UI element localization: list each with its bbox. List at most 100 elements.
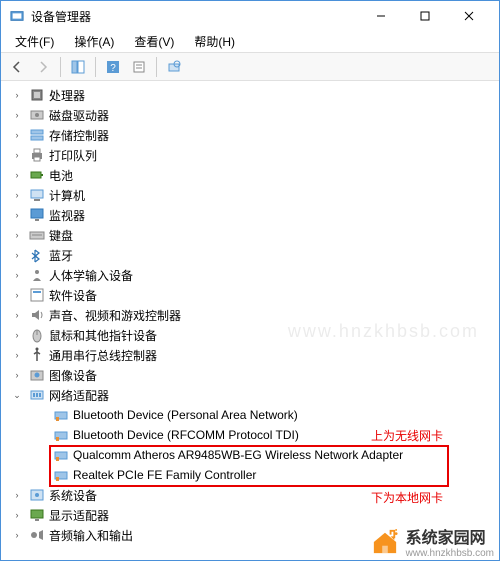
toolbar-separator [60, 57, 61, 77]
tree-item[interactable]: ›通用串行总线控制器 [9, 345, 499, 365]
scan-hardware-button[interactable] [162, 56, 186, 78]
tree-item[interactable]: ›软件设备 [9, 285, 499, 305]
expand-icon[interactable]: › [11, 249, 23, 261]
menu-help[interactable]: 帮助(H) [186, 31, 243, 52]
tree-item[interactable]: › 计算机 [9, 185, 499, 205]
imaging-icon [29, 367, 45, 383]
net-card-icon [53, 427, 69, 443]
tree-item-label: 打印队列 [49, 147, 97, 164]
tree-item-label: 存储控制器 [49, 127, 109, 144]
tree-item[interactable]: › 键盘 [9, 225, 499, 245]
tree-item[interactable]: ›图像设备 [9, 365, 499, 385]
menu-action[interactable]: 操作(A) [66, 31, 122, 52]
computer-icon [29, 187, 45, 203]
expand-icon[interactable]: › [11, 529, 23, 541]
tree-item[interactable]: › 打印队列 [9, 145, 499, 165]
expand-icon[interactable]: › [11, 129, 23, 141]
tree-item[interactable]: ›声音、视频和游戏控制器 [9, 305, 499, 325]
display-icon [29, 507, 45, 523]
expand-icon[interactable]: › [11, 289, 23, 301]
show-hide-tree-button[interactable] [66, 56, 90, 78]
expand-icon[interactable] [35, 429, 47, 441]
expand-icon[interactable]: › [11, 509, 23, 521]
expand-icon[interactable]: › [11, 269, 23, 281]
audio-io-icon [29, 527, 45, 543]
back-button[interactable] [5, 56, 29, 78]
forward-button[interactable] [31, 56, 55, 78]
system-icon [29, 487, 45, 503]
tree-item[interactable]: › 处理器 [9, 85, 499, 105]
tree-item[interactable]: › 监视器 [9, 205, 499, 225]
window-title: 设备管理器 [31, 8, 359, 25]
menu-view[interactable]: 查看(V) [126, 31, 182, 52]
expand-icon[interactable]: › [11, 369, 23, 381]
hid-icon [29, 267, 45, 283]
tree-view[interactable]: ›处理器›磁盘驱动器›存储控制器›打印队列›电池›计算机›监视器›键盘›蓝牙›人… [1, 81, 499, 560]
network-icon [29, 387, 45, 403]
toolbar: ? [1, 53, 499, 81]
expand-icon[interactable]: › [11, 149, 23, 161]
tree-item[interactable]: Bluetooth Device (Personal Area Network) [9, 405, 499, 425]
net-card-icon [53, 467, 69, 483]
collapse-icon[interactable]: ⌄ [11, 389, 23, 401]
expand-icon[interactable]: › [11, 109, 23, 121]
tree-item-label: 处理器 [49, 87, 85, 104]
expand-icon[interactable]: › [11, 189, 23, 201]
minimize-button[interactable] [359, 2, 403, 30]
annotation-top: 上为无线网卡 [371, 427, 443, 444]
tree-item[interactable]: Realtek PCIe FE Family Controller [9, 465, 499, 485]
expand-icon[interactable] [35, 469, 47, 481]
menu-file[interactable]: 文件(F) [7, 31, 62, 52]
expand-icon[interactable] [35, 409, 47, 421]
software-icon [29, 287, 45, 303]
expand-icon[interactable]: › [11, 229, 23, 241]
maximize-button[interactable] [403, 2, 447, 30]
expand-icon[interactable]: › [11, 349, 23, 361]
titlebar: 设备管理器 [1, 1, 499, 31]
tree-item[interactable]: › 电池 [9, 165, 499, 185]
audio-icon [29, 307, 45, 323]
tree-item-label: Bluetooth Device (Personal Area Network) [73, 408, 298, 422]
toolbar-separator [156, 57, 157, 77]
expand-icon[interactable]: › [11, 89, 23, 101]
tree-item[interactable]: ⌄ 网络适配器 [9, 385, 499, 405]
storage-icon [29, 127, 45, 143]
close-button[interactable] [447, 2, 491, 30]
tree-item-label: 电池 [49, 167, 73, 184]
tree-item[interactable]: ›鼠标和其他指针设备 [9, 325, 499, 345]
tree-item[interactable]: › 蓝牙 [9, 245, 499, 265]
properties-button[interactable] [127, 56, 151, 78]
help-button[interactable]: ? [101, 56, 125, 78]
net-card-icon [53, 407, 69, 423]
expand-icon[interactable]: › [11, 169, 23, 181]
tree-item[interactable]: › 音频输入和输出 [9, 525, 499, 545]
toolbar-separator [95, 57, 96, 77]
printer-icon [29, 147, 45, 163]
tree-item[interactable]: ›显示适配器 [9, 505, 499, 525]
tree-item[interactable]: › 存储控制器 [9, 125, 499, 145]
expand-icon[interactable]: › [11, 489, 23, 501]
tree-item-label: 计算机 [49, 187, 85, 204]
tree-item-label: 蓝牙 [49, 247, 73, 264]
annotation-bottom: 下为本地网卡 [371, 489, 443, 506]
expand-icon[interactable] [35, 449, 47, 461]
disk-icon [29, 107, 45, 123]
app-icon [9, 8, 25, 24]
tree-item-label: 键盘 [49, 227, 73, 244]
expand-icon[interactable]: › [11, 329, 23, 341]
svg-text:?: ? [110, 63, 116, 74]
tree-item-label: Bluetooth Device (RFCOMM Protocol TDI) [73, 428, 299, 442]
tree-item[interactable]: ›磁盘驱动器 [9, 105, 499, 125]
tree-item-label: 人体学输入设备 [49, 267, 133, 284]
tree-item-label: 网络适配器 [49, 387, 109, 404]
expand-icon[interactable]: › [11, 309, 23, 321]
tree-item-label: 音频输入和输出 [49, 527, 133, 544]
menubar: 文件(F) 操作(A) 查看(V) 帮助(H) [1, 31, 499, 53]
mouse-icon [29, 327, 45, 343]
tree-item-label: 监视器 [49, 207, 85, 224]
expand-icon[interactable]: › [11, 209, 23, 221]
battery-icon [29, 167, 45, 183]
tree-item[interactable]: Qualcomm Atheros AR9485WB-EG Wireless Ne… [9, 445, 499, 465]
tree-item[interactable]: › 人体学输入设备 [9, 265, 499, 285]
tree-item-label: 系统设备 [49, 487, 97, 504]
